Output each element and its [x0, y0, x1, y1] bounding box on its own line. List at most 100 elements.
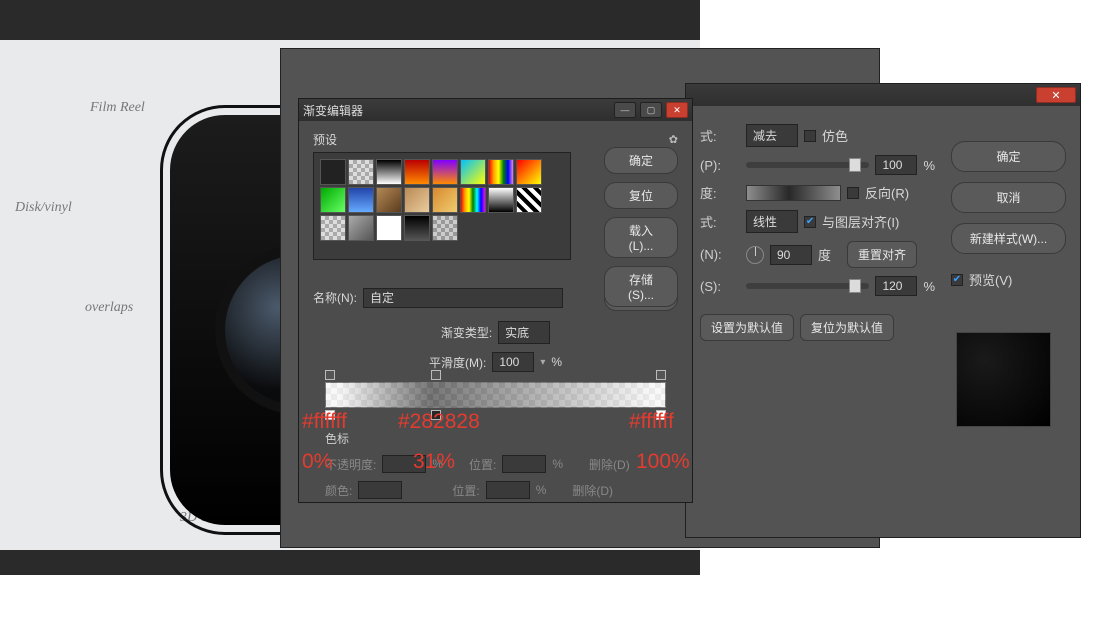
- preset-swatch[interactable]: [432, 187, 458, 213]
- opacity-stop[interactable]: [656, 370, 666, 380]
- scale-label: (S):: [700, 279, 740, 294]
- annotation-position: 0%: [302, 450, 332, 474]
- delete-label: 删除(D): [572, 482, 613, 499]
- preset-swatch[interactable]: [432, 215, 458, 241]
- preset-swatch[interactable]: [376, 215, 402, 241]
- delete-label: 删除(D): [589, 456, 630, 473]
- position-field: [486, 481, 530, 499]
- presets-label: 预设: [313, 131, 337, 148]
- opacity-slider[interactable]: [746, 162, 869, 168]
- save-button[interactable]: 存储(S)...: [604, 266, 678, 307]
- reverse-label: 反向(R): [865, 183, 909, 202]
- stops-label: 色标: [325, 430, 666, 447]
- dither-checkbox[interactable]: [804, 130, 816, 142]
- preset-swatch[interactable]: [376, 159, 402, 185]
- dither-label: 仿色: [822, 126, 848, 145]
- scale-value[interactable]: 120: [875, 276, 917, 296]
- annotation-color: #282828: [398, 410, 480, 434]
- reset-align-button[interactable]: 重置对齐: [847, 241, 917, 268]
- angle-value[interactable]: 90: [770, 245, 812, 265]
- preset-swatch[interactable]: [432, 159, 458, 185]
- preset-swatch[interactable]: [348, 215, 374, 241]
- percent-label: %: [551, 355, 562, 369]
- align-label: 与图层对齐(I): [822, 212, 899, 231]
- preset-swatch[interactable]: [488, 187, 514, 213]
- opacity-stop[interactable]: [431, 370, 441, 380]
- align-checkbox[interactable]: ✔: [804, 216, 816, 228]
- smoothness-value[interactable]: 100: [492, 352, 534, 372]
- style-combo[interactable]: 线性: [746, 210, 798, 233]
- sketch-label: Film Reel: [90, 100, 145, 116]
- gradient-editor-window: 渐变编辑器 — ▢ ✕ 预设 ✿ 确定 复位 载入(L)... 存储(S)...…: [298, 98, 693, 503]
- close-button[interactable]: ✕: [666, 102, 688, 118]
- presets-grid[interactable]: [313, 152, 571, 260]
- scale-slider[interactable]: [746, 283, 869, 289]
- new-style-button[interactable]: 新建样式(W)...: [951, 223, 1066, 254]
- opacity-stop[interactable]: [325, 370, 335, 380]
- reset-button[interactable]: 复位: [604, 182, 678, 209]
- gradient-name-input[interactable]: [363, 288, 563, 308]
- window-title: 渐变编辑器: [303, 102, 363, 119]
- gradient-strip[interactable]: [325, 382, 666, 408]
- preset-swatch[interactable]: [404, 187, 430, 213]
- percent-label: %: [536, 483, 547, 497]
- preset-swatch[interactable]: [460, 187, 486, 213]
- preset-swatch[interactable]: [516, 187, 542, 213]
- layer-style-panel: ✕ 确定 取消 新建样式(W)... ✔ 预览(V) 式: 减去 仿色 (P):…: [685, 83, 1081, 538]
- load-button[interactable]: 载入(L)...: [604, 217, 678, 258]
- cancel-button[interactable]: 取消: [951, 182, 1066, 213]
- preset-swatch[interactable]: [488, 159, 514, 185]
- sketch-label: Disk/vinyl: [15, 200, 72, 216]
- position-field: [502, 455, 546, 473]
- style-preview-swatch: [956, 332, 1051, 427]
- percent-label: %: [923, 158, 935, 173]
- reverse-checkbox[interactable]: [847, 187, 859, 199]
- style-label: 式:: [700, 212, 740, 231]
- preset-swatch[interactable]: [460, 159, 486, 185]
- degree-label: 度: [818, 245, 831, 264]
- preset-swatch[interactable]: [320, 215, 346, 241]
- annotation-position: 100%: [636, 450, 690, 474]
- color-stop-label: 颜色:: [325, 482, 352, 499]
- gradient-type-combo[interactable]: 实底: [498, 321, 550, 344]
- position-label: 位置:: [452, 482, 479, 499]
- set-default-button[interactable]: 设置为默认值: [700, 314, 794, 341]
- preset-swatch[interactable]: [404, 159, 430, 185]
- reset-default-button[interactable]: 复位为默认值: [800, 314, 894, 341]
- preset-swatch[interactable]: [404, 215, 430, 241]
- ok-button[interactable]: 确定: [604, 147, 678, 174]
- opacity-value[interactable]: 100: [875, 155, 917, 175]
- maximize-button[interactable]: ▢: [640, 102, 662, 118]
- annotation-color: #ffffff: [629, 410, 674, 434]
- gear-icon[interactable]: ✿: [669, 133, 678, 146]
- close-button[interactable]: ✕: [1036, 87, 1076, 103]
- angle-dial[interactable]: [746, 246, 764, 264]
- smoothness-label: 平滑度(M):: [429, 354, 486, 371]
- annotation-color: #ffffff: [302, 410, 347, 434]
- name-label: 名称(N):: [313, 289, 357, 306]
- preset-swatch[interactable]: [376, 187, 402, 213]
- position-label: 位置:: [469, 456, 496, 473]
- preset-swatch[interactable]: [320, 187, 346, 213]
- opacity-stop-label: 不透明度:: [325, 456, 376, 473]
- blend-mode-combo[interactable]: 减去: [746, 124, 798, 147]
- angle-label: (N):: [700, 247, 740, 262]
- sketch-label: overlaps: [85, 300, 133, 316]
- preset-swatch[interactable]: [348, 159, 374, 185]
- preset-swatch[interactable]: [348, 187, 374, 213]
- color-stop-field: [358, 481, 402, 499]
- preview-label: 预览(V): [969, 270, 1012, 289]
- annotation-position: 31%: [413, 450, 455, 474]
- percent-label: %: [552, 457, 563, 471]
- preset-swatch[interactable]: [516, 159, 542, 185]
- mode-label: 式:: [700, 126, 740, 145]
- opacity-label: (P):: [700, 158, 740, 173]
- percent-label: %: [923, 279, 935, 294]
- preset-swatch[interactable]: [320, 159, 346, 185]
- gradient-swatch[interactable]: [746, 185, 841, 201]
- preview-checkbox[interactable]: ✔: [951, 274, 963, 286]
- minimize-button[interactable]: —: [614, 102, 636, 118]
- gradient-label: 度:: [700, 183, 740, 202]
- ok-button[interactable]: 确定: [951, 141, 1066, 172]
- gradient-type-label: 渐变类型:: [441, 324, 492, 341]
